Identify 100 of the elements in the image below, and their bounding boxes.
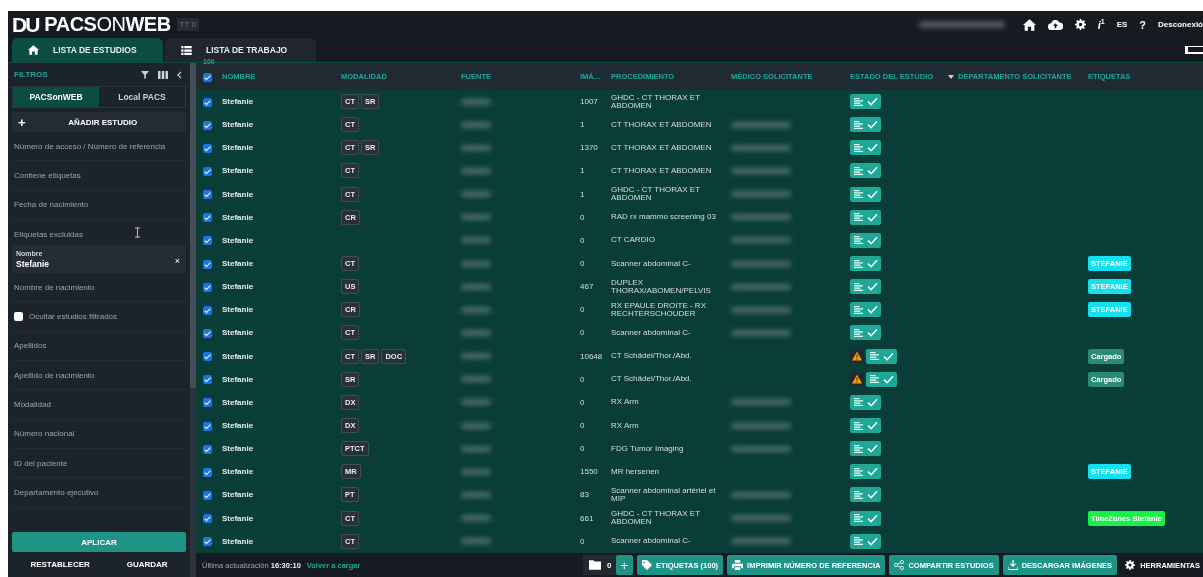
checkbox[interactable]: [14, 312, 23, 322]
row-checkbox[interactable]: [203, 190, 212, 200]
row-checkbox[interactable]: [203, 167, 212, 176]
warning-icon[interactable]: [850, 349, 864, 364]
clear-button[interactable]: ×: [174, 256, 180, 267]
language-button[interactable]: ES: [1116, 20, 1128, 29]
reset-button[interactable]: RESTABLECER: [24, 552, 96, 577]
scrollbar[interactable]: [190, 63, 196, 577]
text-lines-icon: [853, 143, 863, 152]
row-checkbox[interactable]: [203, 421, 212, 431]
patient-name: Stefanie: [222, 143, 254, 153]
check-icon: [866, 421, 878, 431]
row-checkbox[interactable]: [203, 305, 212, 315]
image-count: 0: [580, 397, 585, 407]
row-checkbox[interactable]: [203, 375, 212, 385]
report-status-button[interactable]: [850, 232, 881, 248]
patient-name: Stefanie: [222, 120, 254, 130]
row-checkbox[interactable]: [203, 282, 212, 292]
report-status-button[interactable]: [850, 418, 881, 434]
row-checkbox[interactable]: [203, 97, 212, 107]
filter-field[interactable]: Apellido de nacimiento: [12, 361, 186, 391]
text-lines-icon: [853, 328, 863, 337]
info-button[interactable]: i$^{1}$: [1097, 18, 1105, 31]
blurred-source: [461, 399, 491, 406]
check-icon: [866, 490, 878, 500]
cloud-upload-icon[interactable]: [1047, 19, 1063, 30]
save-button[interactable]: GUARDAR: [120, 552, 174, 577]
blurred-source: [461, 422, 491, 429]
report-status-button[interactable]: [850, 94, 881, 110]
apply-button[interactable]: APLICAR: [12, 532, 186, 552]
row-checkbox[interactable]: [203, 398, 212, 408]
filter-field[interactable]: Modalidad: [12, 390, 186, 420]
report-status-button[interactable]: [850, 163, 881, 179]
row-checkbox[interactable]: [203, 143, 212, 153]
row-checkbox[interactable]: [203, 352, 212, 362]
report-status-button[interactable]: [850, 209, 881, 225]
monitor-icon[interactable]: [1185, 46, 1203, 54]
report-status-button[interactable]: [850, 533, 881, 549]
report-status-button[interactable]: [866, 371, 897, 387]
filter-field[interactable]: Número nacional: [12, 419, 186, 449]
text-lines-icon: [853, 259, 863, 268]
select-all-checkbox[interactable]: [203, 72, 212, 82]
patient-name: Stefanie: [222, 212, 254, 222]
filter-field[interactable]: Departamento ejecutivo: [12, 478, 186, 508]
row-checkbox[interactable]: [203, 490, 212, 500]
row-checkbox[interactable]: [203, 259, 212, 269]
logout-link[interactable]: Desconexió: [1158, 20, 1203, 29]
help-button[interactable]: ?: [1139, 18, 1147, 31]
filter-field[interactable]: Número de acceso / Número de referencia: [12, 132, 186, 162]
patient-name: Stefanie: [222, 397, 254, 407]
report-status-button[interactable]: [850, 117, 881, 133]
filter-field[interactable]: ID del paciente: [12, 448, 186, 479]
report-status-button[interactable]: [850, 302, 881, 318]
report-status-button[interactable]: [850, 441, 881, 457]
sort-icon[interactable]: [948, 74, 954, 79]
text-cursor-icon: [135, 227, 140, 238]
tab[interactable]: LISTA DE ESTUDIOS: [12, 38, 163, 62]
filter-field[interactable]: Nombre de nacimiento: [12, 273, 186, 303]
report-status-button[interactable]: [850, 140, 881, 156]
image-count: 1: [580, 120, 585, 130]
filter-icon[interactable]: [141, 70, 149, 79]
source-tab[interactable]: Local PACS: [99, 87, 185, 107]
warning-icon[interactable]: [850, 372, 864, 387]
check-icon: [866, 397, 878, 407]
procedure-cell-text: Scanner abdominal C-: [611, 328, 692, 337]
report-status-button[interactable]: [850, 487, 881, 503]
row-checkbox[interactable]: [203, 444, 212, 454]
columns-icon[interactable]: [158, 70, 168, 79]
report-status-button[interactable]: [850, 394, 881, 410]
blurred-source: [461, 283, 491, 290]
report-status-button[interactable]: [850, 325, 881, 341]
report-status-button[interactable]: [850, 256, 881, 272]
image-count: 1550: [580, 467, 598, 477]
add-study-button[interactable]: + AÑADIR ESTUDIO: [12, 112, 186, 132]
row-checkbox[interactable]: [203, 467, 212, 477]
report-status-button[interactable]: [850, 464, 881, 480]
folder-button[interactable]: 0: [583, 555, 616, 575]
filter-field[interactable]: Apellidos: [12, 331, 186, 362]
filter-field[interactable]: Contiene etiquetas: [12, 161, 186, 191]
settings-icon[interactable]: [1074, 19, 1086, 30]
row-checkbox[interactable]: [203, 236, 212, 246]
check-icon: [866, 305, 878, 315]
report-status-button[interactable]: [850, 279, 881, 295]
text-lines-icon: [853, 398, 863, 407]
image-count: 1007: [580, 97, 598, 107]
row-checkbox[interactable]: [203, 328, 212, 338]
row-checkbox[interactable]: [203, 514, 212, 524]
procedure-cell-text: Scanner abdominal C-: [611, 259, 692, 268]
row-checkbox[interactable]: [203, 537, 212, 547]
home-icon[interactable]: [1022, 18, 1036, 31]
image-count: 1: [580, 189, 585, 199]
collapse-icon[interactable]: [177, 70, 182, 79]
report-status-button[interactable]: [850, 510, 881, 526]
row-checkbox[interactable]: [203, 213, 212, 223]
report-status-button[interactable]: [866, 348, 897, 364]
source-tab[interactable]: PACSonWEB: [13, 87, 99, 107]
procedure-cell-text: CT THORAX ET ABDOMEN: [611, 120, 713, 129]
report-status-button[interactable]: [850, 186, 881, 202]
filter-field[interactable]: Fecha de nacimiento: [12, 190, 186, 220]
row-checkbox[interactable]: [203, 120, 212, 130]
